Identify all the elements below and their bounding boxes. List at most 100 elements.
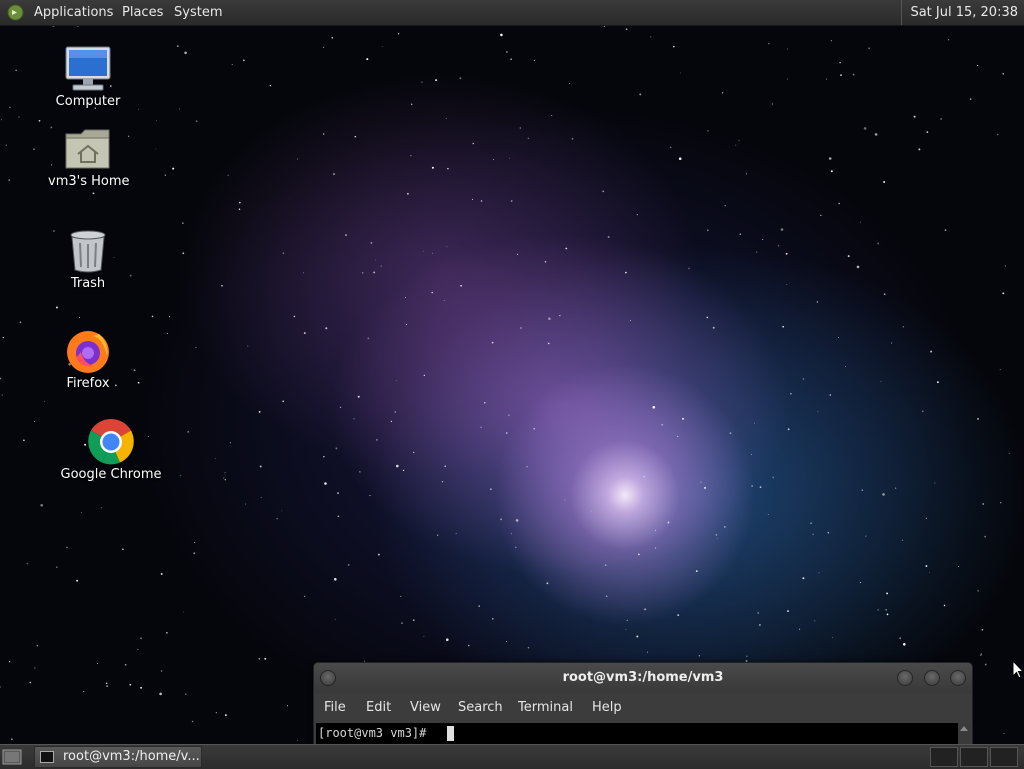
star	[980, 654, 982, 656]
desktop-icon-trash[interactable]: Trash	[48, 226, 128, 291]
star	[176, 45, 179, 48]
workspace-switcher[interactable]	[930, 747, 1020, 767]
star	[377, 553, 380, 556]
terminal-menubar: File Edit View Search Terminal Help	[314, 695, 972, 721]
workspace-2[interactable]	[960, 747, 988, 767]
star	[1004, 265, 1007, 267]
star	[837, 337, 839, 338]
star	[353, 418, 355, 420]
star	[366, 58, 369, 61]
star	[918, 148, 921, 151]
desktop-icon-firefox[interactable]: Firefox	[48, 326, 128, 391]
star	[802, 577, 805, 580]
star	[221, 284, 223, 287]
close-button[interactable]	[950, 670, 966, 686]
star	[38, 119, 41, 122]
star	[780, 228, 784, 231]
star	[357, 395, 360, 398]
star	[238, 208, 241, 210]
star	[520, 327, 522, 329]
star	[661, 423, 664, 426]
starfield-background	[0, 25, 1010, 741]
window-title: root@vm3:/home/vm3	[562, 670, 724, 685]
star	[354, 135, 357, 138]
star	[423, 374, 425, 377]
desktop-icon-chrome[interactable]: Google Chrome	[58, 417, 164, 482]
menu-file[interactable]: File	[324, 695, 346, 721]
star	[138, 108, 140, 110]
applications-menu[interactable]: Applications	[34, 0, 113, 25]
star	[395, 380, 397, 381]
star	[11, 738, 13, 740]
menu-view[interactable]: View	[410, 695, 441, 721]
star	[9, 106, 11, 109]
star	[172, 167, 175, 170]
star	[551, 114, 553, 117]
desktop-icon-label: Firefox	[66, 376, 110, 391]
star	[996, 133, 999, 136]
star	[899, 637, 901, 639]
star	[547, 342, 550, 345]
terminal-window[interactable]: root@vm3:/home/vm3 File Edit View Search…	[313, 662, 973, 750]
menu-edit[interactable]: Edit	[366, 695, 391, 721]
star	[891, 342, 893, 344]
star	[817, 411, 819, 413]
workspace-1[interactable]	[930, 747, 958, 767]
terminal-titlebar[interactable]: root@vm3:/home/vm3	[314, 663, 972, 693]
workspace-3[interactable]	[990, 747, 1018, 767]
star	[34, 421, 35, 423]
star	[515, 519, 519, 522]
star	[493, 159, 495, 161]
star	[5, 144, 7, 146]
star	[527, 137, 530, 140]
star	[688, 267, 690, 270]
menu-search[interactable]: Search	[458, 695, 503, 721]
star	[845, 366, 847, 367]
star	[182, 252, 185, 255]
star	[981, 628, 984, 631]
star	[1002, 73, 1004, 75]
star	[412, 619, 415, 622]
star	[514, 546, 517, 549]
clock[interactable]: Sat Jul 15, 20:38	[901, 0, 1024, 25]
star	[750, 454, 752, 456]
star	[527, 646, 530, 649]
star	[303, 332, 306, 335]
star	[184, 51, 187, 55]
star	[484, 402, 486, 404]
star	[944, 229, 947, 232]
scroll-up-arrow-icon[interactable]	[960, 726, 968, 731]
menu-help[interactable]: Help	[592, 695, 622, 721]
star	[667, 521, 670, 524]
maximize-button[interactable]	[924, 670, 940, 686]
desktop-icon-computer[interactable]: Computer	[48, 44, 128, 109]
star	[802, 378, 805, 380]
star	[569, 83, 571, 85]
star	[76, 579, 79, 582]
menu-terminal[interactable]: Terminal	[518, 695, 573, 721]
mate-logo-icon[interactable]	[7, 4, 24, 21]
system-menu[interactable]: System	[174, 0, 222, 25]
star	[264, 657, 267, 660]
star	[421, 81, 423, 83]
star	[790, 393, 792, 395]
star	[137, 381, 140, 384]
star	[785, 252, 788, 255]
star	[607, 236, 610, 238]
taskbar-button-terminal[interactable]: root@vm3:/home/v...	[34, 746, 202, 768]
desktop-icon-home[interactable]: vm3's Home	[48, 126, 130, 189]
star	[396, 464, 399, 468]
star	[323, 133, 325, 135]
star	[786, 78, 789, 80]
star	[882, 493, 885, 496]
star	[977, 418, 979, 420]
star	[244, 503, 247, 505]
show-desktop-icon[interactable]	[2, 747, 22, 766]
minimize-button[interactable]	[897, 670, 913, 686]
star	[533, 427, 536, 430]
star	[948, 39, 950, 41]
star	[548, 317, 551, 321]
places-menu[interactable]: Places	[122, 0, 163, 25]
star	[757, 611, 760, 614]
star	[96, 663, 99, 665]
